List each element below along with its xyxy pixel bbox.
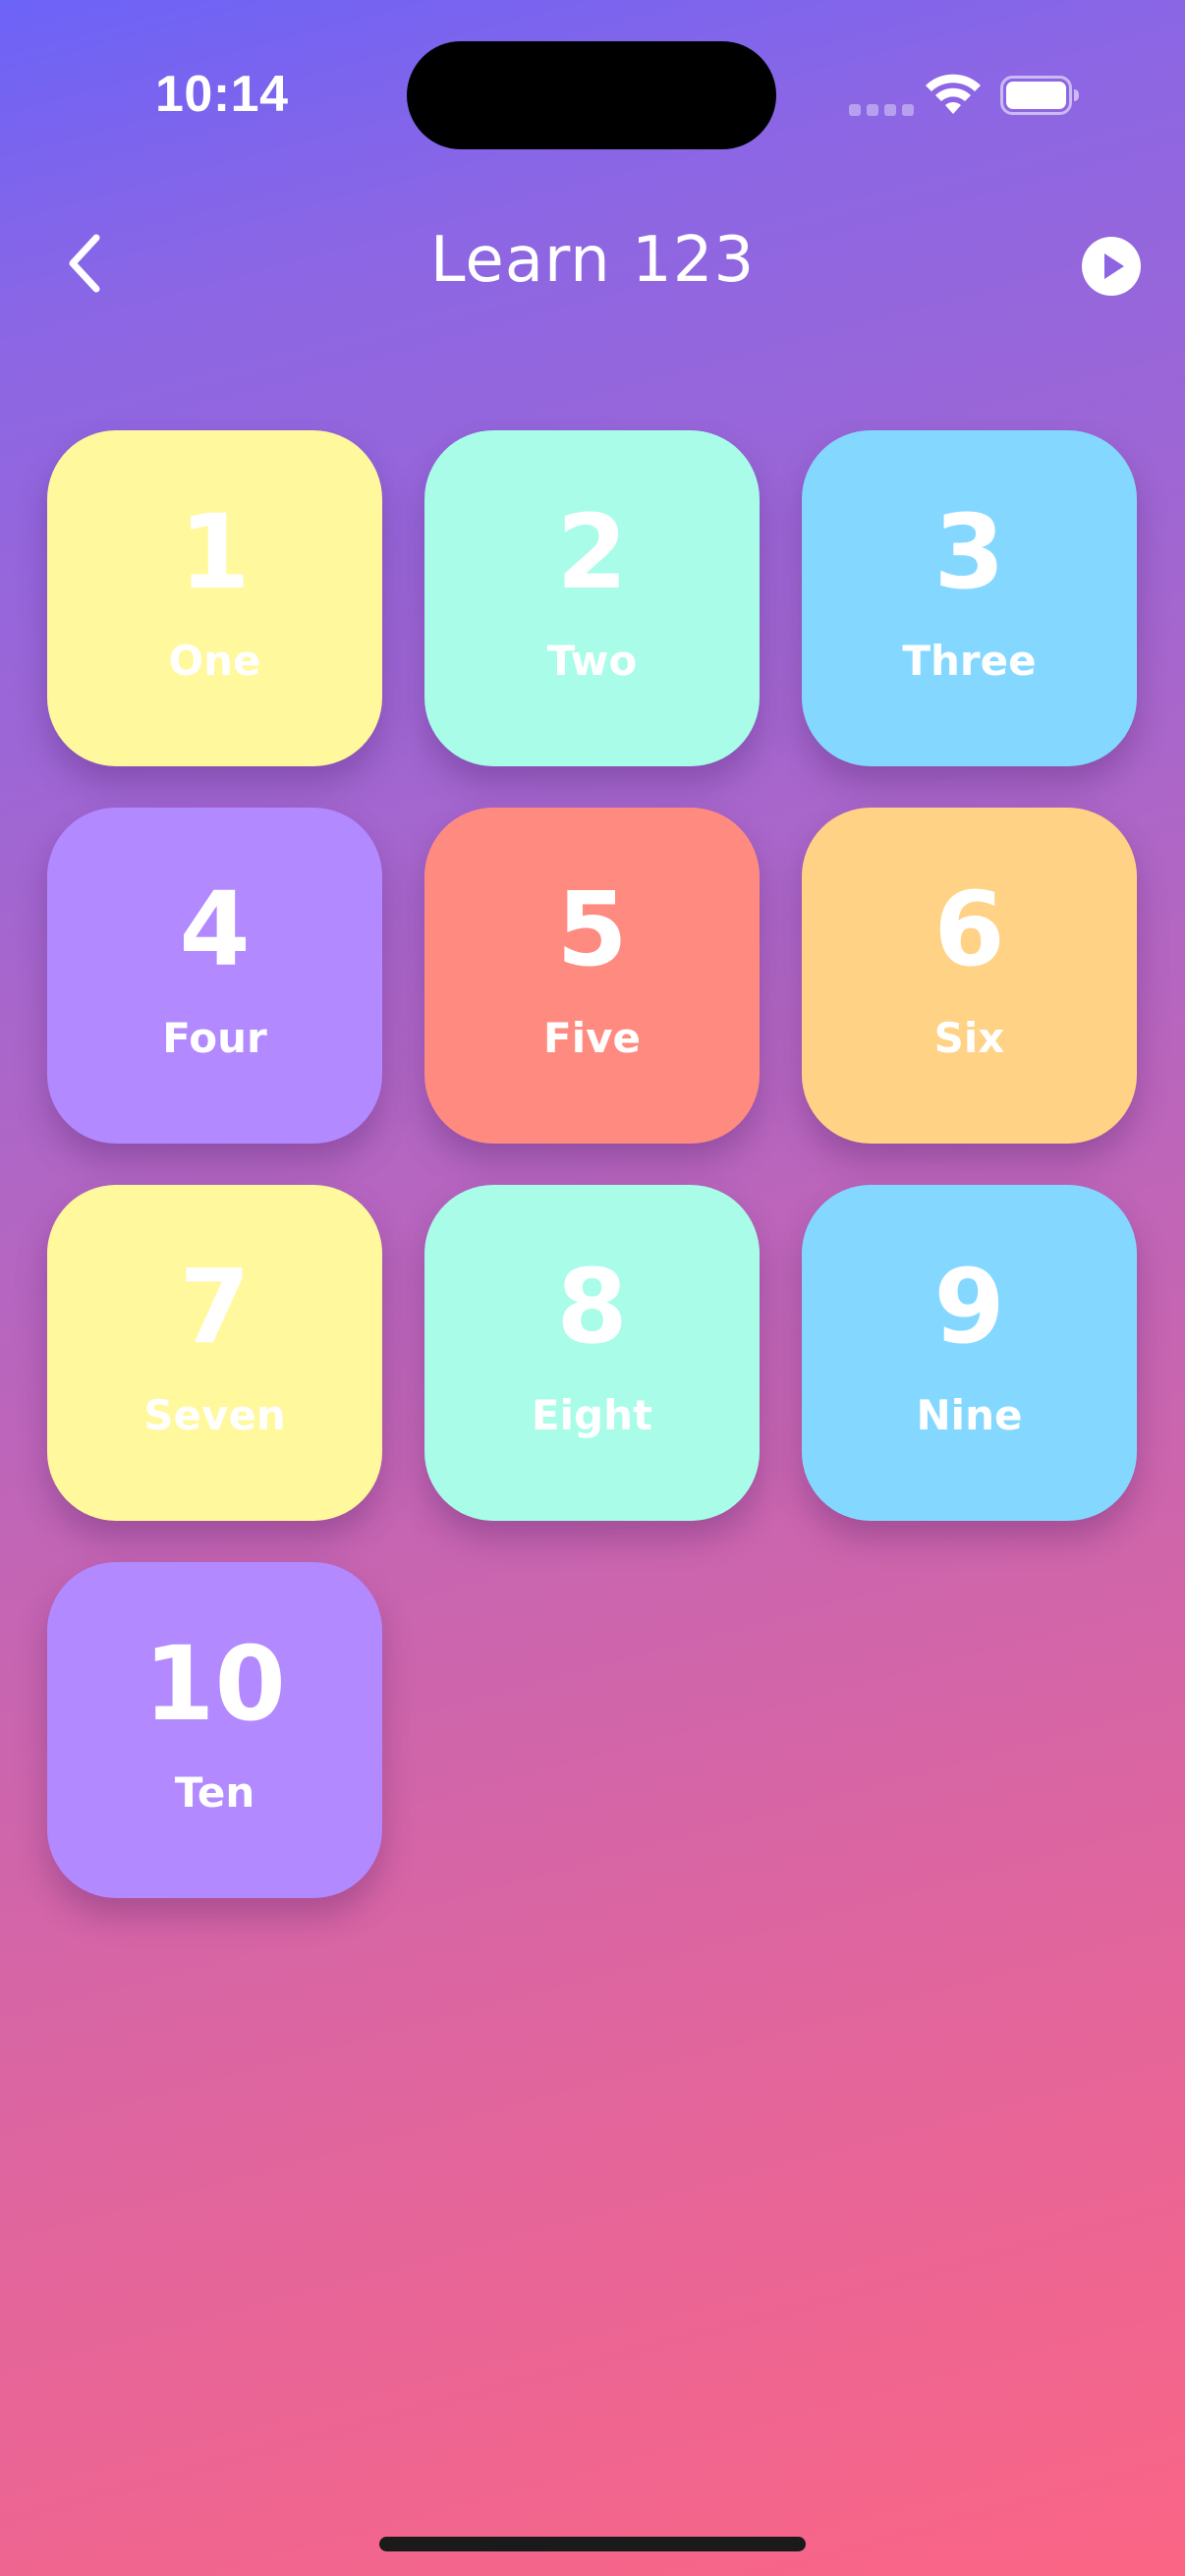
card-word: Three <box>902 637 1037 685</box>
card-word: Six <box>933 1014 1005 1062</box>
card-word: Seven <box>143 1391 286 1439</box>
number-card-5[interactable]: 5 Five <box>424 808 760 1144</box>
card-word: Ten <box>174 1768 255 1817</box>
card-word: Four <box>162 1014 267 1062</box>
card-digit: 2 <box>556 492 628 612</box>
card-word: Two <box>546 637 638 685</box>
number-card-8[interactable]: 8 Eight <box>424 1185 760 1521</box>
cellular-signal-icon <box>849 104 914 116</box>
card-digit: 1 <box>179 492 251 612</box>
home-indicator[interactable] <box>379 2537 806 2551</box>
battery-icon <box>1000 76 1079 115</box>
card-digit: 3 <box>933 492 1005 612</box>
number-grid: 1 One 2 Two 3 Three 4 Four 5 Five 6 Six … <box>47 430 1138 1898</box>
status-time: 10:14 <box>155 66 289 123</box>
card-digit: 9 <box>933 1247 1005 1367</box>
card-word: Eight <box>531 1391 653 1439</box>
number-card-1[interactable]: 1 One <box>47 430 382 766</box>
card-word: Five <box>543 1014 641 1062</box>
card-digit: 8 <box>556 1247 628 1367</box>
play-button[interactable] <box>1081 236 1142 297</box>
number-card-7[interactable]: 7 Seven <box>47 1185 382 1521</box>
wifi-icon <box>926 74 981 114</box>
card-digit: 7 <box>179 1247 251 1367</box>
page-title: Learn 123 <box>429 224 756 297</box>
card-word: Nine <box>916 1391 1023 1439</box>
card-digit: 10 <box>143 1624 286 1744</box>
card-digit: 4 <box>179 869 251 989</box>
number-card-3[interactable]: 3 Three <box>802 430 1137 766</box>
number-card-10[interactable]: 10 Ten <box>47 1562 382 1898</box>
dynamic-island <box>407 41 776 149</box>
number-card-2[interactable]: 2 Two <box>424 430 760 766</box>
card-digit: 5 <box>556 869 628 989</box>
card-digit: 6 <box>933 869 1005 989</box>
number-card-9[interactable]: 9 Nine <box>802 1185 1137 1521</box>
number-card-6[interactable]: 6 Six <box>802 808 1137 1144</box>
number-card-4[interactable]: 4 Four <box>47 808 382 1144</box>
card-word: One <box>168 637 261 685</box>
